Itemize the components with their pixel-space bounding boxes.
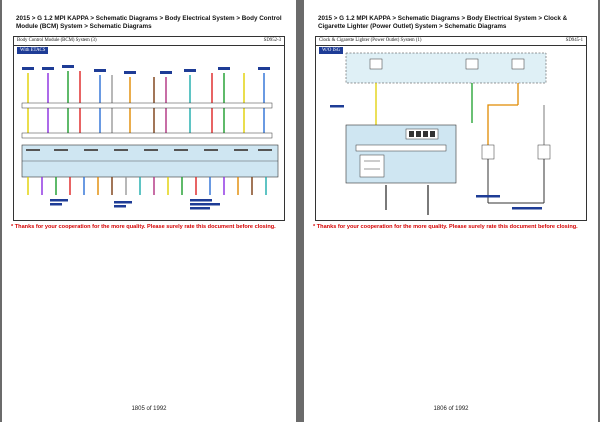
clock-lighter-schematic-diagram bbox=[330, 52, 551, 215]
diagram-code: SD945-1 bbox=[565, 38, 583, 43]
diagram-title: Body Control Module (BCM) System (3) bbox=[17, 38, 97, 43]
schematic-frame: Clock & Cigarette Lighter (Power Outlet)… bbox=[315, 36, 587, 221]
diagram-title: Clock & Cigarette Lighter (Power Outlet)… bbox=[319, 38, 422, 43]
schematic-frame: Body Control Module (BCM) System (3) SD9… bbox=[13, 36, 285, 221]
rating-notice: * Thanks for your cooperation for the mo… bbox=[11, 224, 276, 230]
power-outlet bbox=[537, 144, 551, 160]
rating-notice: * Thanks for your cooperation for the mo… bbox=[313, 224, 578, 230]
document-page-left: 2015 > G 1.2 MPI KAPPA > Schematic Diagr… bbox=[2, 0, 296, 422]
diagram-code: SD952-3 bbox=[263, 38, 281, 43]
cigarette-lighter bbox=[481, 144, 495, 160]
breadcrumb: 2015 > G 1.2 MPI KAPPA > Schematic Diagr… bbox=[16, 15, 282, 30]
page-number: 1805 of 1992 bbox=[131, 406, 167, 412]
bcm-schematic-diagram bbox=[21, 65, 279, 210]
document-page-right: 2015 > G 1.2 MPI KAPPA > Schematic Diagr… bbox=[304, 0, 598, 422]
page-number: 1806 of 1992 bbox=[433, 406, 469, 412]
breadcrumb: 2015 > G 1.2 MPI KAPPA > Schematic Diagr… bbox=[318, 15, 568, 30]
